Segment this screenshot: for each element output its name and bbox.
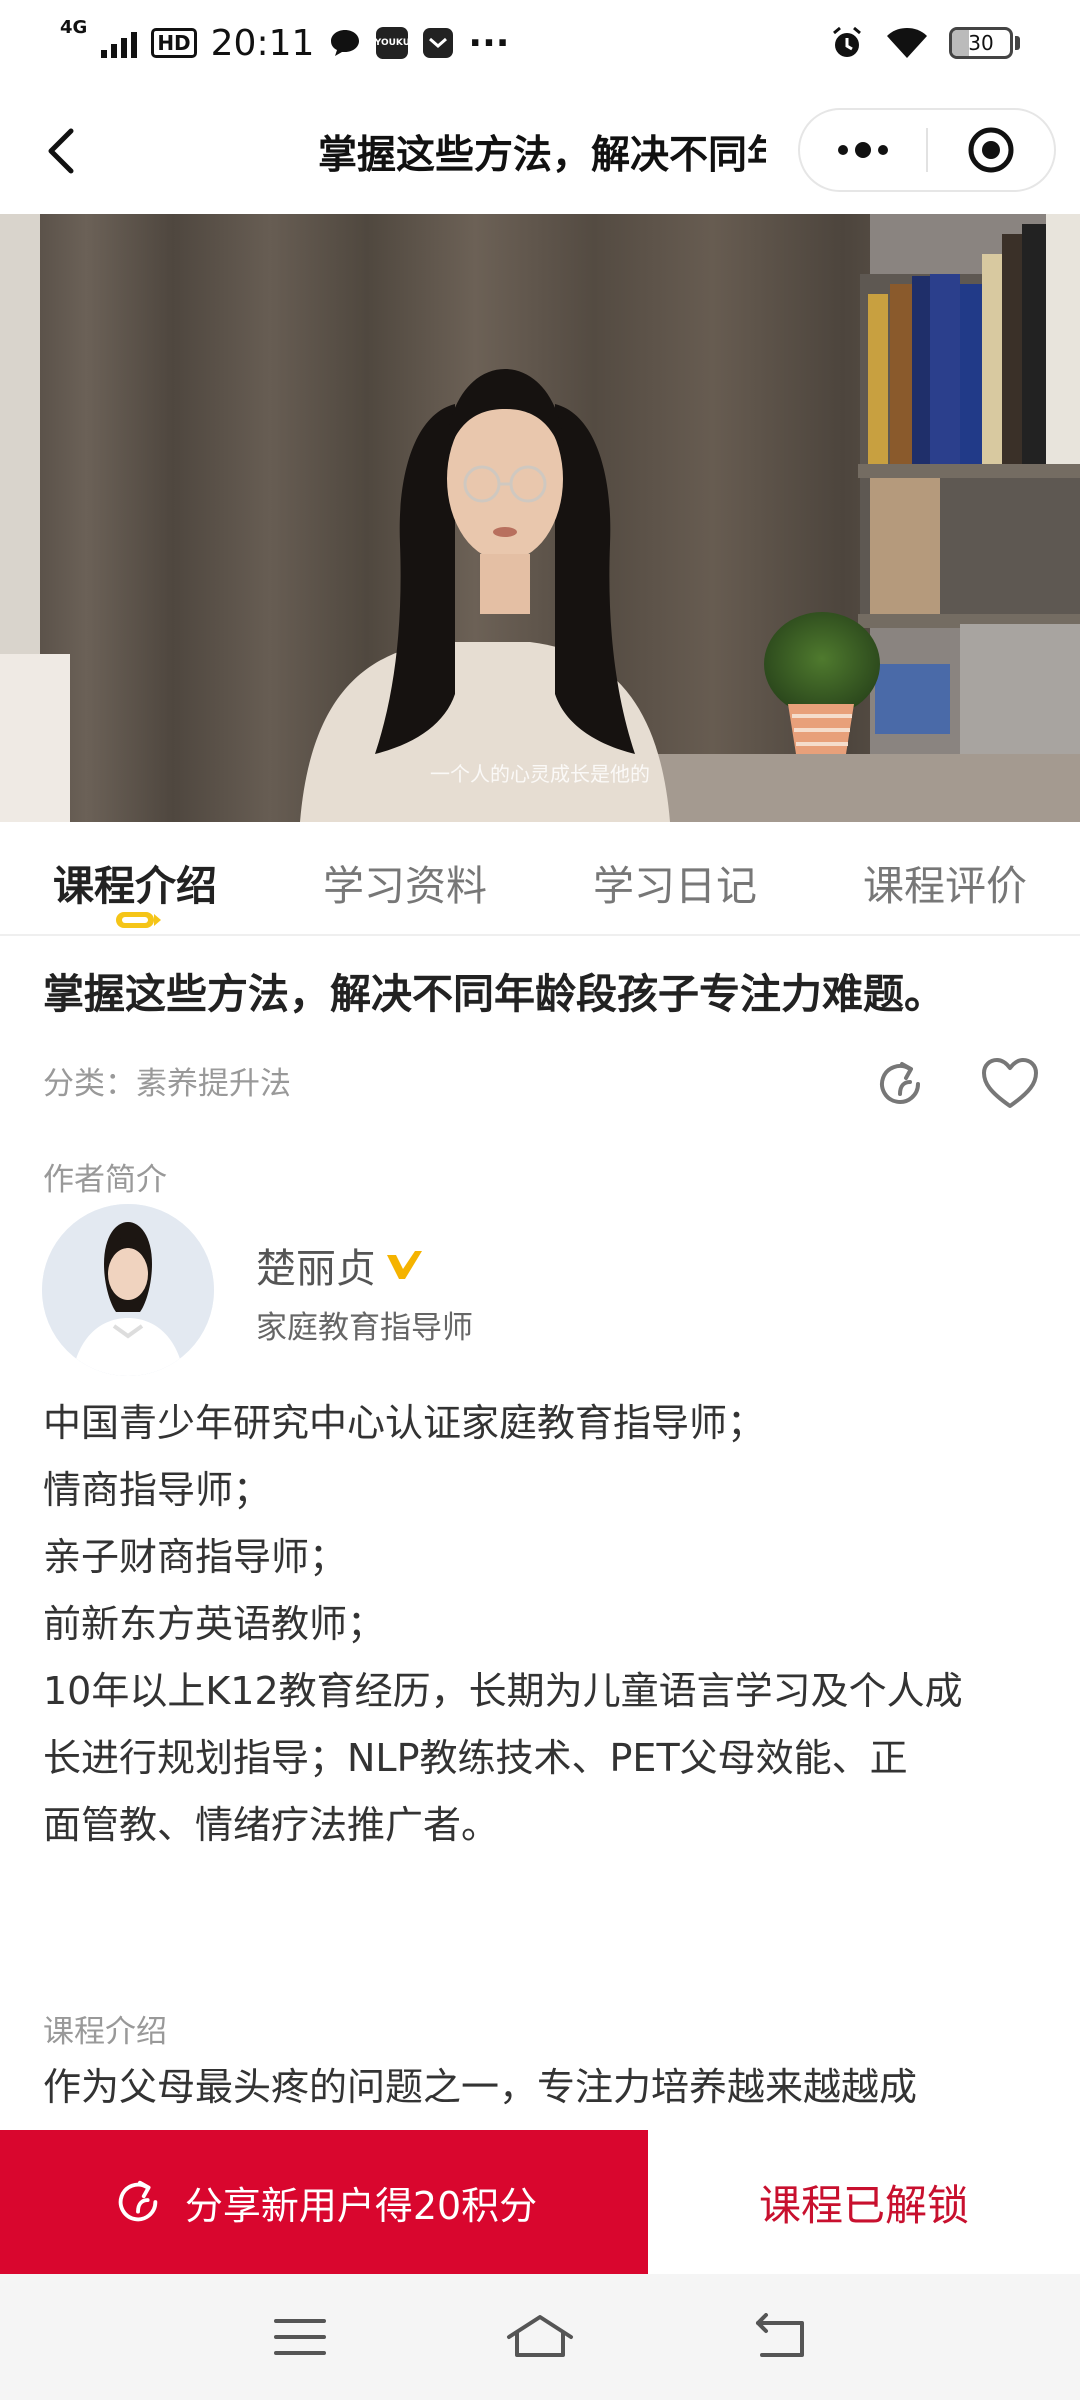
bio-line: 亲子财商指导师；: [43, 1535, 348, 1579]
course-category: 分类：素养提升法: [43, 1066, 291, 1102]
course-intro-heading: 课程介绍: [43, 2014, 167, 2050]
battery-icon: 30: [949, 27, 1020, 59]
back-button[interactable]: [26, 116, 96, 186]
status-left: 4G HD 20:11 YOUKU ···: [60, 17, 510, 64]
author-name: 楚丽贞: [256, 1246, 376, 1292]
hd-badge: HD: [151, 28, 197, 58]
author-photo: [42, 1204, 214, 1376]
battery-fill: [952, 30, 970, 56]
video-player[interactable]: 一个人的心灵成长是他的: [0, 214, 1080, 822]
menu-icon: [274, 2319, 326, 2355]
status-time: 20:11: [210, 22, 315, 64]
tab-course-intro[interactable]: 课程介绍: [0, 822, 270, 934]
network-indicator: 4G: [60, 16, 88, 38]
tab-label: 课程评价: [863, 862, 1027, 910]
home-icon: [507, 2315, 573, 2357]
system-back-button[interactable]: [745, 2307, 815, 2367]
close-program-button[interactable]: [928, 110, 1054, 190]
status-right: 30: [829, 25, 1020, 61]
battery-tip: [1015, 36, 1020, 50]
signal-icon: [101, 28, 138, 58]
more-notifications: ···: [468, 22, 510, 64]
more-dots-icon: [838, 142, 888, 158]
mini-program-capsule: [798, 108, 1056, 192]
inbox-app-icon: [423, 28, 454, 58]
alarm-icon: [833, 26, 861, 57]
action-bar: 分享新用户得20积分 课程已解锁: [0, 2130, 1080, 2274]
tab-label: 学习日记: [593, 862, 757, 910]
verified-icon: [387, 1251, 422, 1279]
status-bar: 4G HD 20:11 YOUKU ··· 30: [0, 0, 1080, 86]
share-icon: [118, 2180, 158, 2222]
chat-bubble-icon: [331, 30, 360, 56]
author-bio: 中国青少年研究中心认证家庭教育指导师； 情商指导师； 亲子财商指导师； 前新东方…: [43, 1390, 1043, 1859]
pencil-indicator-icon: [116, 912, 161, 928]
youku-app-icon: YOUKU: [375, 27, 410, 59]
heart-icon: [982, 1058, 1038, 1108]
page-title: 掌握这些方法，解决不同年龄段孩子专注力难题。: [318, 133, 766, 176]
back-icon: [756, 2313, 804, 2357]
system-nav-bar: [0, 2274, 1080, 2400]
avatar: [42, 1204, 214, 1376]
bio-line: 面管教、情绪疗法推广者。: [43, 1803, 500, 1847]
author-role: 家庭教育指导师: [256, 1310, 473, 1346]
chevron-left-icon: [48, 128, 74, 174]
course-intro-text: 作为父母最头疼的问题之一，专注力培养越来越越成: [43, 2065, 918, 2109]
share-icon: [880, 1062, 920, 1104]
author-heading: 作者简介: [43, 1162, 167, 1198]
share-button[interactable]: [872, 1056, 928, 1112]
system-menu-button[interactable]: [265, 2307, 335, 2367]
unlocked-label: 课程已解锁: [758, 2180, 969, 2230]
video-frame: [0, 214, 1080, 822]
bio-line: 长进行规划指导；NLP教练技术、PET父母效能、正: [43, 1736, 908, 1780]
bio-line: 10年以上K12教育经历，长期为儿童语言学习及个人成: [43, 1669, 963, 1713]
course-title: 掌握这些方法，解决不同年龄段孩子专注力难题。: [43, 970, 945, 1018]
favorite-button[interactable]: [980, 1056, 1040, 1112]
target-close-icon: [968, 127, 1014, 173]
wifi-icon: [887, 28, 927, 58]
tab-bar: 课程介绍 学习资料 学习日记 课程评价: [0, 822, 1080, 936]
bio-line: 前新东方英语教师；: [43, 1602, 386, 1646]
share-points-label: 分享新用户得20积分: [184, 2183, 538, 2228]
tab-course-review[interactable]: 课程评价: [810, 822, 1080, 934]
tab-study-diary[interactable]: 学习日记: [540, 822, 810, 934]
system-home-button[interactable]: [505, 2307, 575, 2367]
share-for-points-button[interactable]: 分享新用户得20积分: [0, 2130, 648, 2274]
tab-study-materials[interactable]: 学习资料: [270, 822, 540, 934]
bio-line: 情商指导师；: [43, 1468, 272, 1512]
battery-level: 30: [968, 31, 994, 55]
nav-bar: 掌握这些方法，解决不同年龄段孩子专注力难题。: [0, 86, 1080, 214]
author-name-row: 楚丽贞: [256, 1236, 424, 1294]
bio-line: 中国青少年研究中心认证家庭教育指导师；: [43, 1401, 766, 1445]
course-unlocked-button[interactable]: 课程已解锁: [648, 2130, 1080, 2274]
battery-body: 30: [949, 27, 1013, 59]
more-menu-button[interactable]: [800, 110, 926, 190]
tab-label: 学习资料: [323, 862, 487, 910]
video-subtitle: 一个人的心灵成长是他的: [430, 762, 650, 786]
